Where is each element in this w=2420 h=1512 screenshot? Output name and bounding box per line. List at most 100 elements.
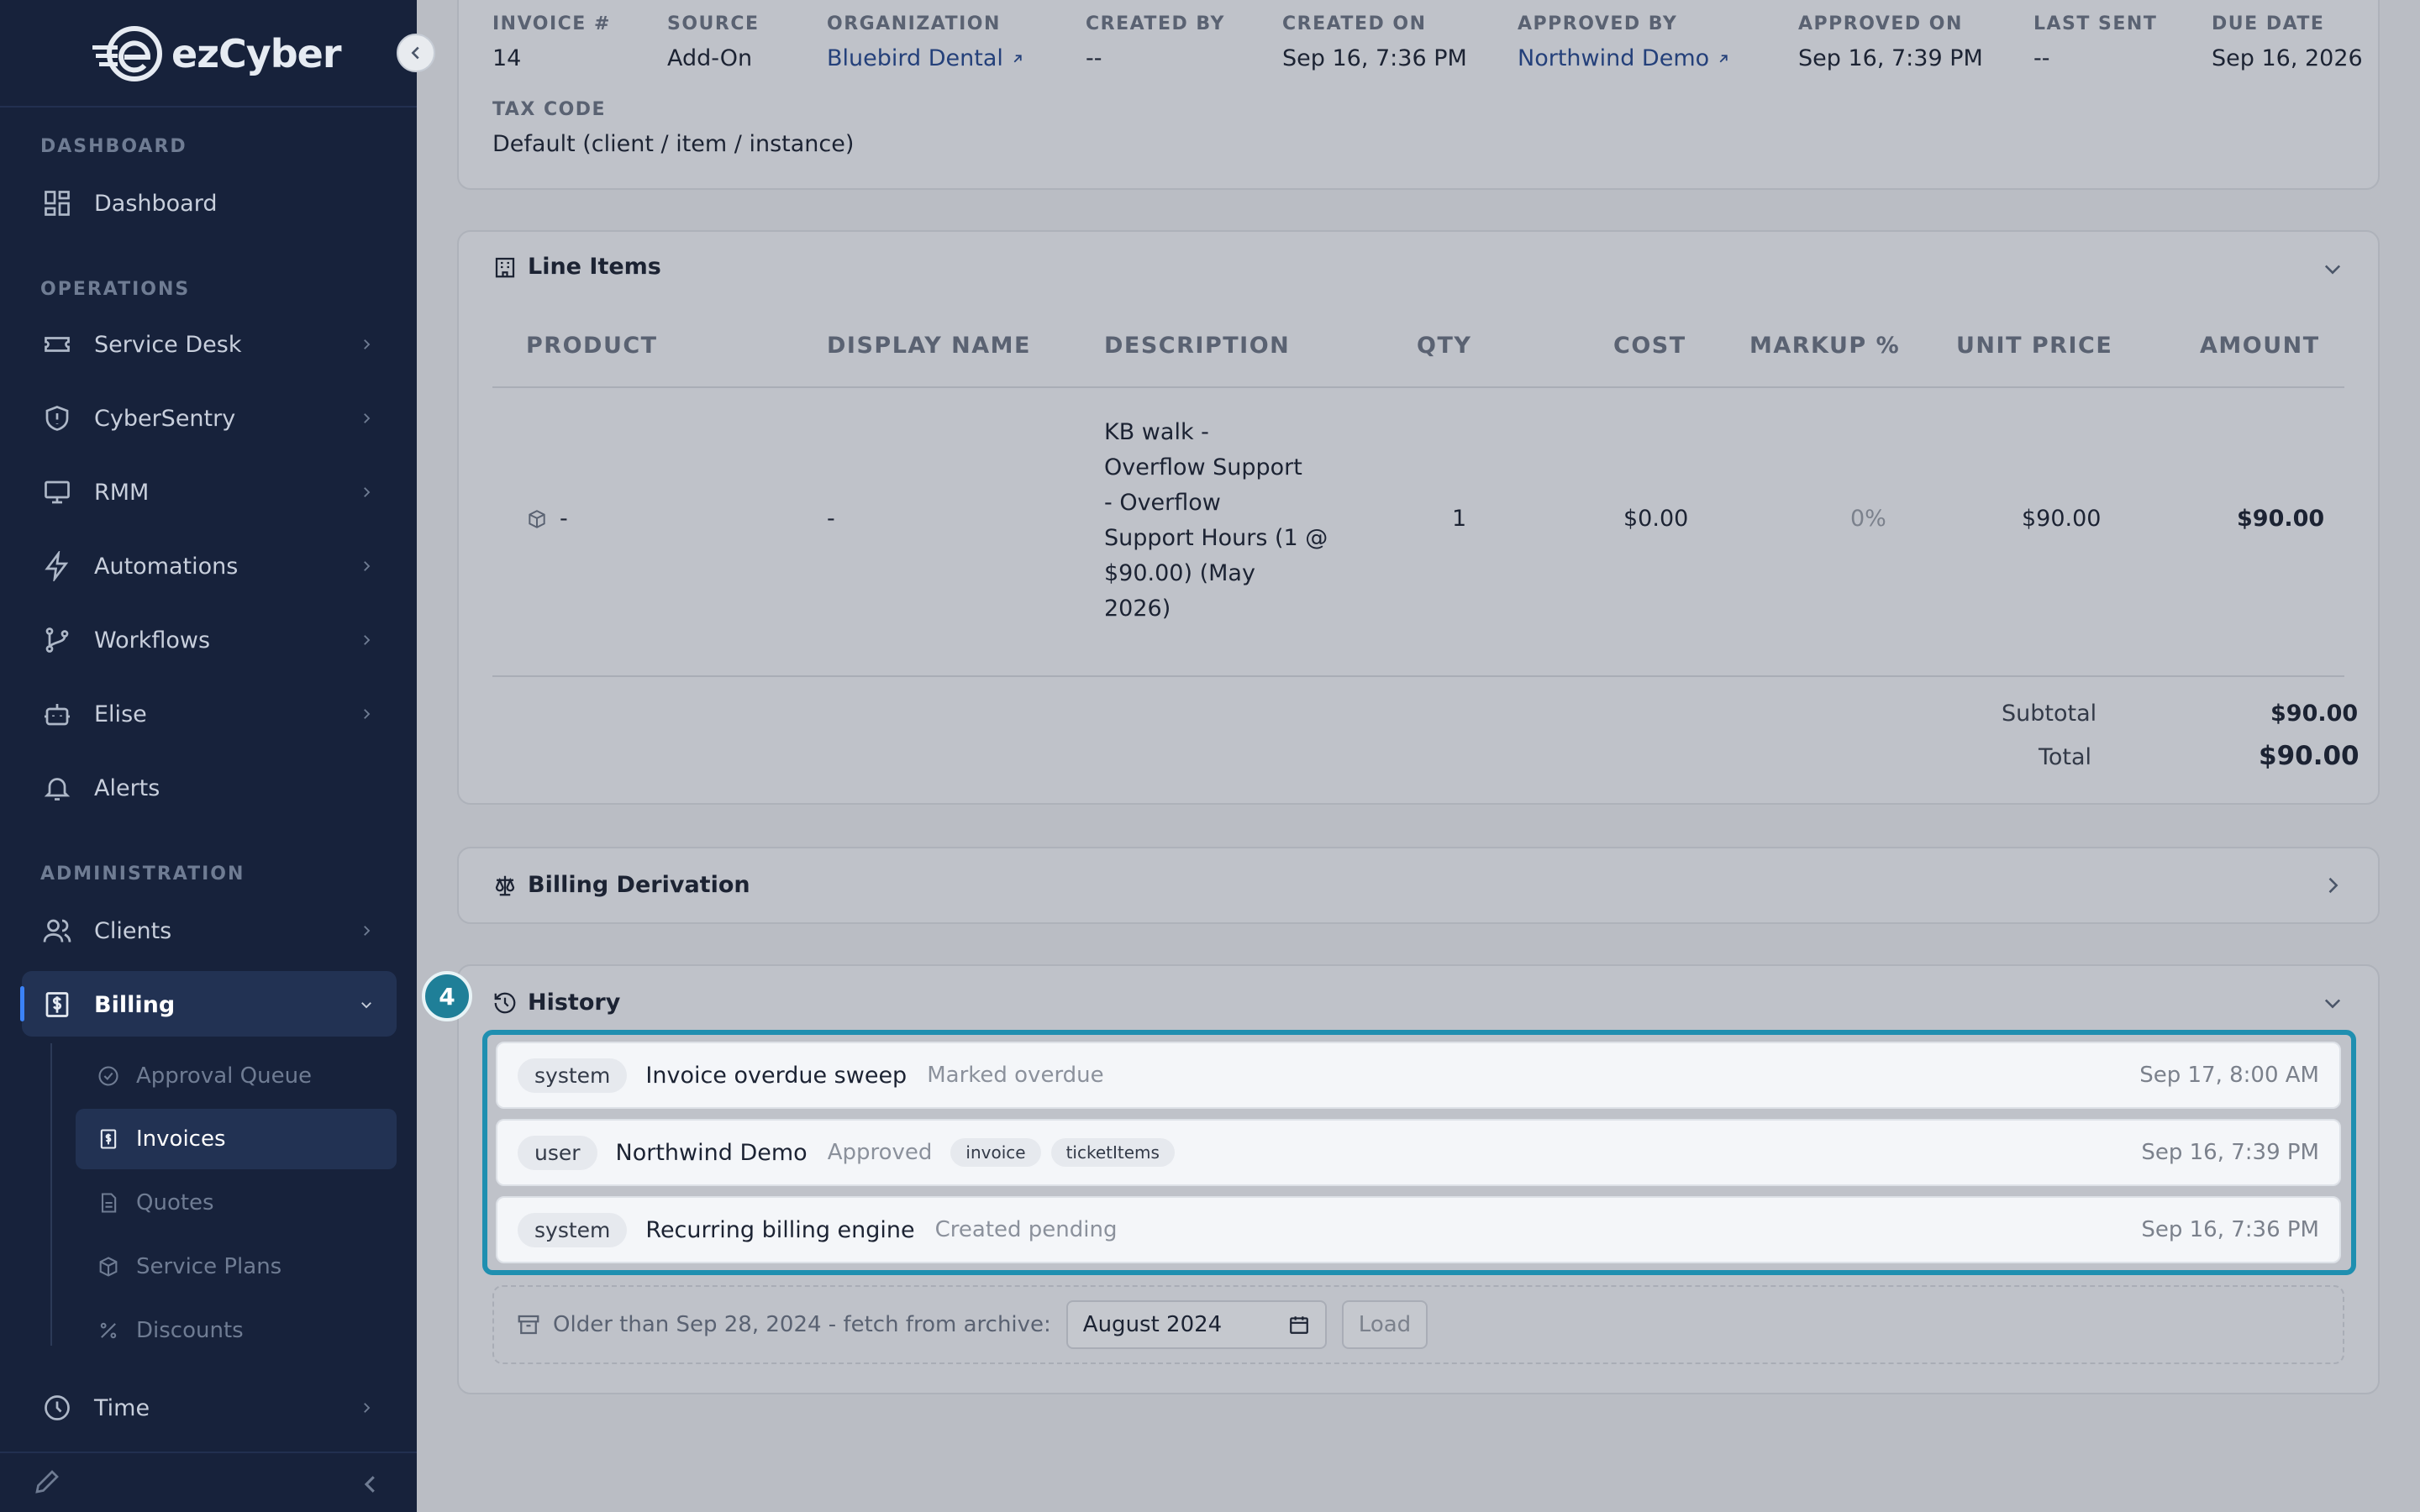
archive-text: Older than Sep 28, 2024 - fetch from arc… (553, 1312, 1051, 1337)
sidebar-item-elise[interactable]: Elise (40, 689, 376, 739)
chevron-down-icon[interactable] (2321, 991, 2344, 1015)
section-label-operations: OPERATIONS (40, 279, 191, 300)
created-by-label: CREATED BY (1086, 13, 1225, 34)
section-label-administration: ADMINISTRATION (40, 864, 245, 885)
sidebar-item-label: Automations (94, 553, 239, 580)
archive-fetch-bar: Older than Sep 28, 2024 - fetch from arc… (492, 1285, 2344, 1364)
shield-icon (40, 402, 74, 435)
external-link-icon (1013, 54, 1022, 62)
sidebar-item-label: Dashboard (94, 190, 218, 217)
invoice-icon (96, 1126, 121, 1152)
sidebar: ezCyber DASHBOARD Dashboard OPERATIONS S… (0, 0, 417, 1512)
billing-derivation-header[interactable]: Billing Derivation (492, 872, 750, 898)
check-circle-icon (96, 1063, 121, 1089)
brand-logo[interactable]: ezCyber (91, 22, 342, 86)
sidebar-item-label: Elise (94, 701, 147, 727)
logo-divider (0, 106, 417, 108)
collapse-sidebar-button[interactable] (397, 34, 435, 72)
chevron-left-icon (411, 46, 419, 60)
product-cell: - (526, 506, 568, 532)
collapse-sidebar-icon[interactable] (358, 1472, 383, 1497)
col-unit-price: UNIT PRICE (1956, 333, 2113, 359)
description-line: Overflow Support (1104, 454, 1302, 480)
external-link-icon (1719, 54, 1728, 62)
billing-derivation-title: Billing Derivation (528, 872, 750, 898)
col-description: DESCRIPTION (1104, 333, 1291, 359)
dollar-receipt-icon (40, 988, 74, 1021)
organization-label: ORGANIZATION (827, 13, 1001, 34)
sidebar-item-billing[interactable]: Billing (40, 979, 376, 1030)
section-label-dashboard: DASHBOARD (40, 136, 187, 157)
ezcyber-logo-icon (92, 26, 162, 81)
display-name-value: - (827, 506, 835, 532)
archive-icon (518, 1315, 539, 1335)
chevron-right-icon (356, 704, 376, 724)
package-icon (529, 509, 545, 528)
sidebar-subitem-label: Approval Queue (136, 1063, 313, 1089)
sidebar-item-label: Billing (94, 991, 176, 1018)
last-sent-label: LAST SENT (2033, 13, 2158, 34)
line-items-header[interactable]: Line Items (492, 254, 661, 280)
sidebar-item-label: Time (94, 1394, 150, 1421)
sidebar-subitem-discounts[interactable]: Discounts (96, 1310, 244, 1352)
invoice-number-label: INVOICE # (492, 13, 611, 34)
subtotal-value: $90.00 (2270, 701, 2359, 727)
sidebar-subitem-approval-queue[interactable]: Approval Queue (96, 1055, 312, 1097)
sidebar-item-rmm[interactable]: RMM (40, 467, 376, 517)
chevron-down-icon (356, 995, 376, 1015)
sidebar-item-time[interactable]: Time (40, 1383, 376, 1433)
submenu-guide-line (50, 1043, 52, 1346)
col-product: PRODUCT (526, 333, 658, 359)
description-line: Support Hours (1 @ (1104, 525, 1328, 551)
source-label: SOURCE (667, 13, 760, 34)
document-icon (96, 1190, 121, 1215)
chevron-down-icon[interactable] (2321, 257, 2344, 281)
sidebar-item-workflows[interactable]: Workflows (40, 615, 376, 665)
sidebar-item-clients[interactable]: Clients (40, 906, 376, 956)
sidebar-item-dashboard[interactable]: Dashboard (40, 178, 376, 228)
sidebar-subitem-label: Quotes (136, 1190, 214, 1215)
total-label: Total (2039, 744, 2092, 770)
markup-value: 0% (1850, 506, 1886, 532)
history-header[interactable]: History (492, 990, 620, 1016)
scale-icon (495, 875, 515, 895)
percent-icon (96, 1318, 121, 1343)
due-date-value: Sep 16, 2026 (2212, 45, 2363, 71)
description-line: 2026) (1104, 596, 1171, 622)
sidebar-item-alerts[interactable]: Alerts (40, 763, 376, 813)
total-value: $90.00 (2259, 741, 2360, 771)
sidebar-subitem-label: Invoices (136, 1126, 226, 1152)
sidebar-item-label: Workflows (94, 627, 211, 654)
chevron-right-icon (356, 334, 376, 354)
sidebar-item-cybersentry[interactable]: CyberSentry (40, 393, 376, 444)
archive-month-value: August 2024 (1082, 1312, 1223, 1337)
invoice-number-value: 14 (492, 45, 522, 71)
col-cost: COST (1613, 333, 1686, 359)
package-icon (96, 1254, 121, 1279)
load-archive-button[interactable]: Load (1341, 1300, 1428, 1349)
active-indicator (20, 986, 24, 1021)
sidebar-subitem-invoices[interactable]: Invoices (96, 1118, 226, 1160)
sidebar-item-automations[interactable]: Automations (40, 541, 376, 591)
sidebar-subitem-service-plans[interactable]: Service Plans (96, 1246, 281, 1288)
tour-step-badge: 4 (422, 971, 472, 1021)
col-display-name: DISPLAY NAME (827, 333, 1031, 359)
approved-by-link[interactable]: Northwind Demo (1518, 45, 1731, 71)
chevron-right-icon[interactable] (2321, 874, 2344, 897)
qty-value: 1 (1452, 506, 1467, 532)
monitor-icon (40, 475, 74, 509)
sidebar-item-label: Alerts (94, 774, 160, 801)
col-qty: QTY (1417, 333, 1472, 359)
sidebar-subitem-quotes[interactable]: Quotes (96, 1182, 214, 1224)
tax-code-value: Default (client / item / instance) (492, 131, 855, 157)
description-line: - Overflow (1104, 490, 1221, 516)
organization-link[interactable]: Bluebird Dental (827, 45, 1025, 71)
sidebar-item-service-desk[interactable]: Service Desk (40, 319, 376, 370)
archive-month-input[interactable]: August 2024 (1065, 1300, 1327, 1349)
sidebar-item-label: CyberSentry (94, 405, 236, 432)
table-header-divider (492, 386, 2344, 388)
chevron-right-icon (356, 482, 376, 502)
pencil-icon[interactable] (32, 1467, 62, 1497)
dashboard-icon (40, 186, 74, 220)
brand-name: ezCyber (171, 31, 342, 76)
